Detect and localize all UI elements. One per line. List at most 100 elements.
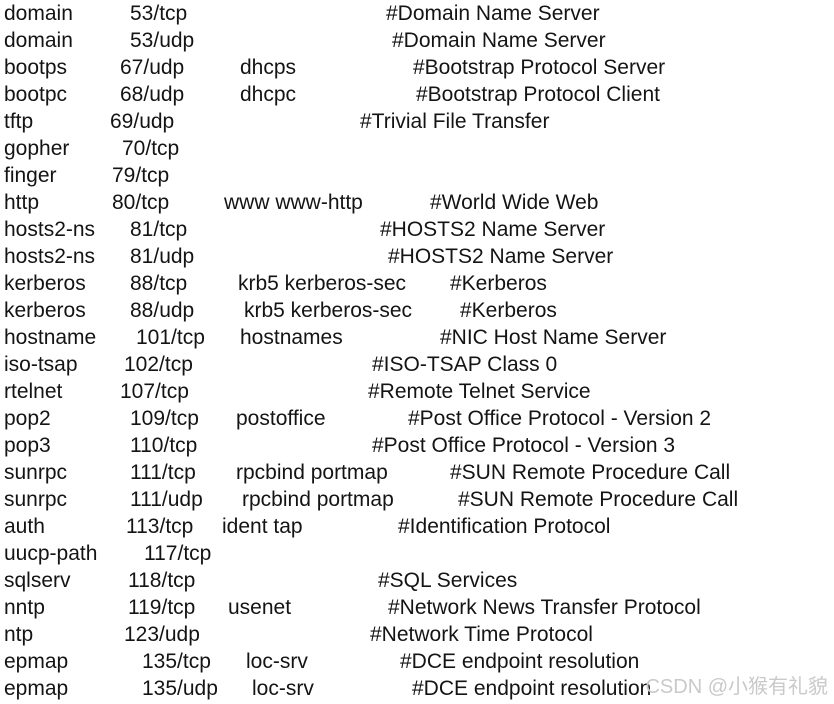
service-entry-row: domain 53/tcp #Domain Name Server [0,0,834,27]
services-file-page: domain 53/tcp #Domain Name Server domain 53/… [0,0,834,704]
service-entry-row: hostname 101/tcp hostnames #NIC Host Name S… [0,324,834,351]
service-aliases: dhcps [240,56,297,79]
service-entry-row: epmap 135/udp loc-srv #DCE endpoint resolut… [0,675,834,702]
service-entry-row: tftp 69/udp #Trivial File Transfer [0,108,834,135]
service-aliases: hostnames [240,326,343,349]
service-entry-row: kerberos 88/tcp krb5 kerberos-sec #Kerberos [0,270,834,297]
port-protocol: 79/tcp [112,164,170,187]
port-protocol: 123/udp [124,623,200,646]
service-comment: #SUN Remote Procedure Call [458,488,739,511]
service-aliases: www www-http [224,191,363,214]
service-name: hostname [4,326,97,349]
service-name: domain [4,29,73,52]
service-name: sunrpc [4,461,68,484]
port-protocol: 135/udp [142,677,218,700]
port-protocol: 53/tcp [130,2,188,25]
service-name: ntp [4,623,34,646]
service-entry-row: bootpc 68/udp dhcpc #Bootstrap Protocol Cli… [0,81,834,108]
service-aliases: rpcbind portmap [242,488,394,511]
service-comment: #SUN Remote Procedure Call [450,461,731,484]
port-protocol: 135/tcp [142,650,211,673]
service-entry-row: gopher 70/tcp [0,135,834,162]
service-name: tftp [4,110,34,133]
service-name: finger [4,164,57,187]
service-name: bootpc [4,83,68,106]
port-protocol: 69/udp [110,110,175,133]
port-protocol: 110/tcp [130,434,198,457]
service-comment: #Remote Telnet Service [368,380,591,403]
port-protocol: 111/udp [130,488,203,511]
service-comment: #Kerberos [450,272,547,295]
service-name: gopher [4,137,70,160]
service-comment: #Network Time Protocol [370,623,593,646]
port-protocol: 81/tcp [130,218,188,241]
service-name: sunrpc [4,488,68,511]
service-entry-row: finger 79/tcp [0,162,834,189]
service-comment: #DCE endpoint resolution [412,677,652,700]
service-entry-row: hosts2-ns 81/tcp #HOSTS2 Name Server [0,216,834,243]
service-name: bootps [4,56,68,79]
service-comment: #Trivial File Transfer [360,110,550,133]
service-aliases: rpcbind portmap [236,461,388,484]
service-entry-row: iso-tsap 102/tcp #ISO-TSAP Class 0 [0,351,834,378]
service-name: uucp-path [4,542,98,565]
port-protocol: 107/tcp [120,380,189,403]
service-entry-row: kerberos 88/udp krb5 kerberos-sec #Kerberos [0,297,834,324]
service-comment: #DCE endpoint resolution [400,650,640,673]
services-line-list: domain 53/tcp #Domain Name Server domain 53/… [0,0,834,702]
service-aliases: dhcpc [240,83,297,106]
service-comment: #NIC Host Name Server [440,326,667,349]
service-name: nntp [4,596,45,619]
port-protocol: 118/tcp [128,569,196,592]
service-name: http [4,191,40,214]
service-comment: #Post Office Protocol - Version 3 [372,434,676,457]
port-protocol: 68/udp [120,83,185,106]
service-aliases: ident tap [222,515,303,538]
service-comment: #Domain Name Server [386,2,600,25]
service-entry-row: uucp-path 117/tcp [0,540,834,567]
service-name: kerberos [4,299,86,322]
port-protocol: 70/tcp [122,137,180,160]
port-protocol: 88/tcp [130,272,188,295]
service-name: pop2 [4,407,51,430]
service-comment: #SQL Services [378,569,518,592]
service-aliases: loc-srv [252,677,314,700]
service-aliases: krb5 kerberos-sec [244,299,413,322]
service-aliases: postoffice [236,407,326,430]
service-entry-row: pop2 109/tcp postoffice #Post Office Protoc… [0,405,834,432]
service-entry-row: nntp 119/tcp usenet #Network News Transfer … [0,594,834,621]
service-name: sqlserv [4,569,71,592]
service-entry-row: hosts2-ns 81/udp #HOSTS2 Name Server [0,243,834,270]
service-name: hosts2-ns [4,245,96,268]
service-comment: #HOSTS2 Name Server [380,218,606,241]
port-protocol: 117/tcp [144,542,212,565]
service-comment: #Bootstrap Protocol Server [413,56,666,79]
service-aliases: usenet [228,596,292,619]
service-entry-row: bootps 67/udp dhcps #Bootstrap Protocol Ser… [0,54,834,81]
service-entry-row: sunrpc 111/udp rpcbind portmap #SUN Remote … [0,486,834,513]
service-comment: #Domain Name Server [392,29,606,52]
service-entry-row: domain 53/udp #Domain Name Server [0,27,834,54]
port-protocol: 101/tcp [136,326,205,349]
service-comment: #ISO-TSAP Class 0 [372,353,558,376]
service-name: iso-tsap [4,353,78,376]
service-name: epmap [4,677,69,700]
port-protocol: 111/tcp [130,461,196,484]
service-comment: #HOSTS2 Name Server [388,245,614,268]
service-name: hosts2-ns [4,218,96,241]
service-entry-row: pop3 110/tcp #Post Office Protocol - Versi… [0,432,834,459]
service-name: epmap [4,650,69,673]
service-name: pop3 [4,434,51,457]
port-protocol: 80/tcp [112,191,170,214]
port-protocol: 81/udp [130,245,195,268]
service-entry-row: rtelnet 107/tcp #Remote Telnet Service [0,378,834,405]
port-protocol: 113/tcp [126,515,194,538]
service-comment: #Post Office Protocol - Version 2 [408,407,712,430]
service-comment: #Network News Transfer Protocol [388,596,701,619]
service-comment: #Kerberos [460,299,557,322]
service-aliases: krb5 kerberos-sec [238,272,407,295]
service-aliases: loc-srv [246,650,308,673]
service-entry-row: sunrpc 111/tcp rpcbind portmap #SUN Remote … [0,459,834,486]
service-name: rtelnet [4,380,63,403]
port-protocol: 67/udp [120,56,185,79]
